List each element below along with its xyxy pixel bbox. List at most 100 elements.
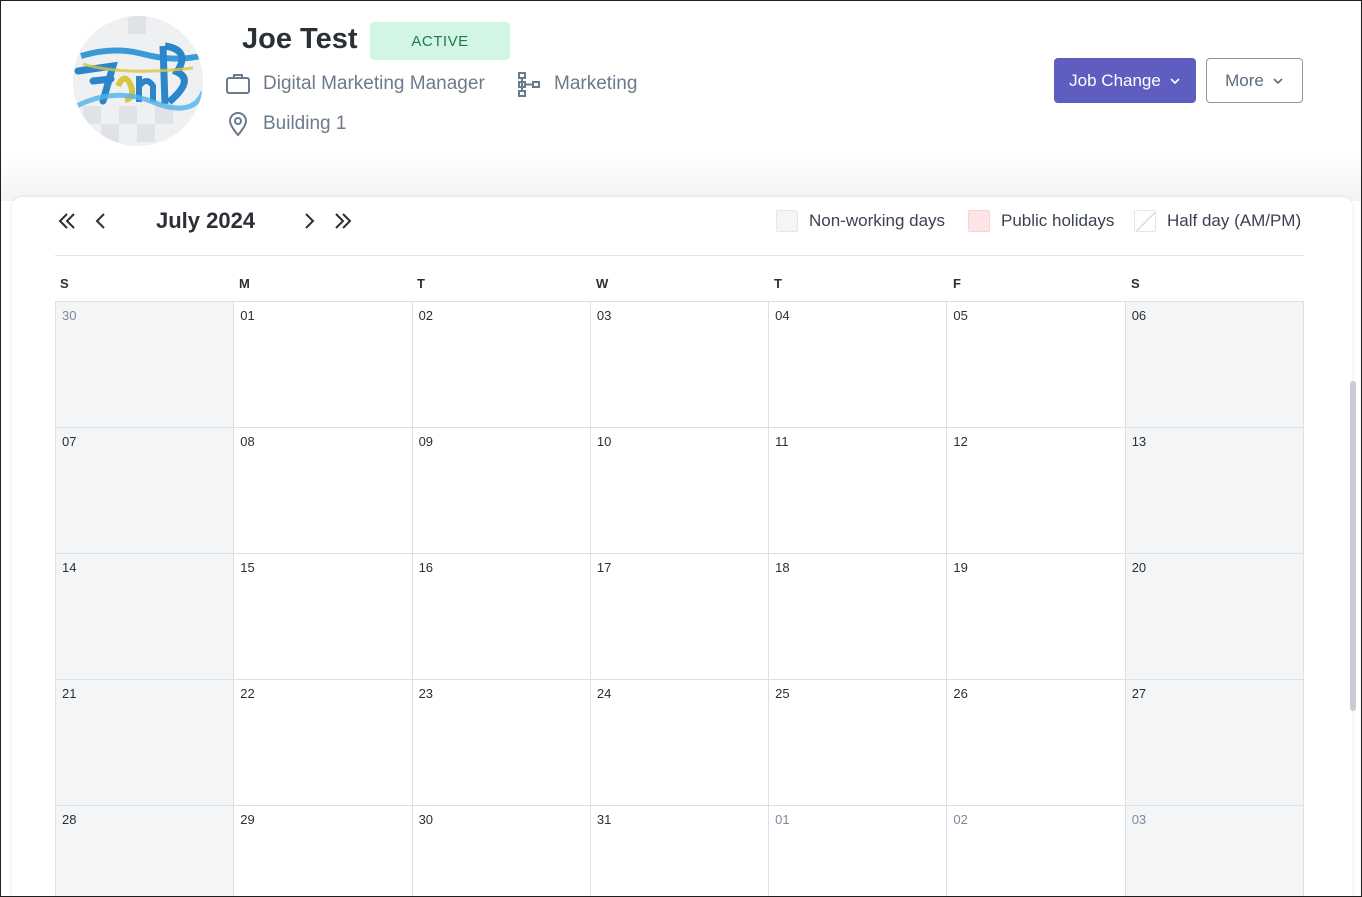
day-number: 28 xyxy=(62,812,77,827)
location-row: Building 1 xyxy=(225,111,346,137)
company-logo-icon xyxy=(73,16,203,146)
day-number: 13 xyxy=(1131,434,1147,449)
calendar-day-cell[interactable]: 13 xyxy=(1125,428,1304,554)
day-number: 18 xyxy=(775,560,790,575)
day-number: 12 xyxy=(953,434,968,449)
half-day-swatch xyxy=(1134,210,1156,232)
employee-name: Joe Test xyxy=(242,23,358,55)
calendar-day-cell[interactable]: 09 xyxy=(412,428,591,554)
weekday-header: T xyxy=(774,276,782,291)
day-number: 20 xyxy=(1131,560,1147,575)
next-month-button[interactable] xyxy=(297,209,321,233)
calendar-day-cell[interactable]: 30 xyxy=(56,302,235,428)
day-number: 21 xyxy=(62,686,77,701)
avatar xyxy=(73,16,203,146)
department-row: Marketing xyxy=(516,71,637,97)
calendar-day-cell[interactable]: 05 xyxy=(947,302,1126,428)
day-number: 25 xyxy=(775,686,790,701)
day-number: 14 xyxy=(62,560,77,575)
day-number: 26 xyxy=(953,686,968,701)
legend-public-holidays: Public holidays xyxy=(968,210,1114,232)
day-number: 19 xyxy=(953,560,968,575)
calendar-day-cell[interactable]: 30 xyxy=(412,806,591,896)
day-number: 16 xyxy=(418,560,434,575)
calendar-day-cell[interactable]: 03 xyxy=(1125,806,1304,896)
next-year-button[interactable] xyxy=(331,209,355,233)
calendar-day-cell[interactable]: 23 xyxy=(412,680,591,806)
day-number: 27 xyxy=(1131,686,1147,701)
legend-half-day: Half day (AM/PM) xyxy=(1134,210,1301,232)
day-number: 17 xyxy=(596,560,612,575)
scrollbar[interactable] xyxy=(1350,381,1356,711)
day-number: 03 xyxy=(1131,812,1147,827)
chevron-right-icon xyxy=(305,213,315,229)
day-number: 11 xyxy=(775,434,789,449)
legend-non-working-label: Non-working days xyxy=(809,211,946,230)
job-change-button[interactable]: Job Change xyxy=(1054,58,1196,103)
app-window: Joe Test ACTIVE Digital Marketing Manage… xyxy=(0,0,1362,897)
day-number: 10 xyxy=(596,434,612,449)
calendar-day-cell[interactable]: 01 xyxy=(234,302,413,428)
calendar-day-cell[interactable]: 04 xyxy=(769,302,948,428)
calendar-day-cell[interactable]: 15 xyxy=(234,554,413,680)
calendar-day-cell[interactable]: 18 xyxy=(769,554,948,680)
calendar-day-cell[interactable]: 06 xyxy=(1125,302,1304,428)
day-number: 09 xyxy=(418,434,434,449)
calendar-day-cell[interactable]: 24 xyxy=(590,680,770,806)
department: Marketing xyxy=(554,73,638,94)
calendar-day-cell[interactable]: 03 xyxy=(590,302,770,428)
weekday-header: T xyxy=(417,276,425,291)
public-holiday-swatch xyxy=(968,210,990,232)
weekday-header: S xyxy=(60,276,69,291)
calendar-day-cell[interactable]: 31 xyxy=(590,806,770,896)
location-pin-icon xyxy=(225,111,251,137)
more-label: More xyxy=(1225,70,1264,90)
calendar-day-cell[interactable]: 28 xyxy=(56,806,235,896)
calendar-day-cell[interactable]: 27 xyxy=(1125,680,1304,806)
calendar-day-cell[interactable]: 14 xyxy=(56,554,235,680)
weekday-header: M xyxy=(239,276,250,291)
chevron-down-icon xyxy=(1272,75,1284,87)
calendar-day-cell[interactable]: 26 xyxy=(947,680,1126,806)
day-number: 22 xyxy=(240,686,255,701)
calendar-day-cell[interactable]: 17 xyxy=(590,554,770,680)
day-number: 04 xyxy=(775,308,790,323)
calendar-day-cell[interactable]: 19 xyxy=(947,554,1126,680)
calendar-day-cell[interactable]: 08 xyxy=(234,428,413,554)
calendar-day-cell[interactable]: 10 xyxy=(590,428,770,554)
day-number: 06 xyxy=(1131,308,1147,323)
calendar-day-cell[interactable]: 16 xyxy=(412,554,591,680)
weekday-header: W xyxy=(596,276,609,291)
day-number: 23 xyxy=(418,686,434,701)
calendar-day-cell[interactable]: 21 xyxy=(56,680,235,806)
calendar-day-cell[interactable]: 07 xyxy=(56,428,235,554)
day-number: 15 xyxy=(240,560,255,575)
calendar-day-cell[interactable]: 25 xyxy=(769,680,948,806)
double-chevron-right-icon xyxy=(335,213,352,229)
calendar-day-cell[interactable]: 02 xyxy=(947,806,1126,896)
org-chart-icon xyxy=(516,71,542,97)
day-number: 24 xyxy=(596,686,612,701)
non-working-swatch xyxy=(776,210,798,232)
double-chevron-left-icon xyxy=(58,213,75,229)
day-number: 05 xyxy=(953,308,968,323)
calendar-day-cell[interactable]: 20 xyxy=(1125,554,1304,680)
calendar-day-cell[interactable]: 01 xyxy=(769,806,948,896)
day-number: 30 xyxy=(62,308,77,323)
previous-month-button[interactable] xyxy=(89,209,113,233)
calendar-day-cell[interactable]: 22 xyxy=(234,680,413,806)
calendar-day-cell[interactable]: 12 xyxy=(947,428,1126,554)
day-number: 01 xyxy=(240,308,255,323)
job-change-label: Job Change xyxy=(1069,70,1161,90)
calendar-day-cell[interactable]: 02 xyxy=(412,302,591,428)
calendar-day-cell[interactable]: 29 xyxy=(234,806,413,896)
day-number: 02 xyxy=(953,812,968,827)
previous-year-button[interactable] xyxy=(55,209,79,233)
more-button[interactable]: More xyxy=(1206,58,1303,103)
day-number: 29 xyxy=(240,812,255,827)
calendar-day-cell[interactable]: 11 xyxy=(769,428,948,554)
day-number: 08 xyxy=(240,434,255,449)
job-title-row: Digital Marketing Manager xyxy=(225,71,485,97)
section-separator xyxy=(1,156,1361,201)
month-title: July 2024 xyxy=(156,208,256,233)
